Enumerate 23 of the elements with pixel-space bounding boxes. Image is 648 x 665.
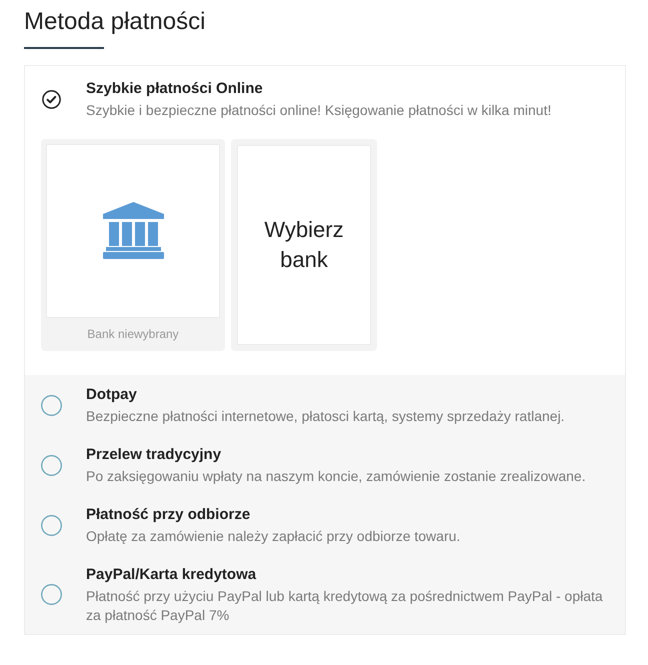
radio-button[interactable]: [41, 394, 62, 416]
option-description: Po zaksięgowaniu wpłaty na naszym koncie, zamówienie zostanie zrealizowane.: [86, 466, 587, 486]
option-title: Szybkie płatności Online: [86, 78, 264, 98]
bank-caption: Bank niewybrany: [87, 326, 179, 340]
option-description: Szybkie i bezpieczne płatności online! Księgowanie płatności w kilka minut!: [86, 100, 552, 120]
option-description: Bezpieczne płatności internetowe, płatosci kartą, systemy sprzedaży ratlanej.: [86, 406, 566, 426]
option-title: PayPal/Karta kredytowa: [86, 564, 258, 584]
option-title: Przelew tradycyjny: [86, 444, 222, 464]
radio-button[interactable]: [41, 454, 62, 476]
option-description: Płatność przy użyciu PayPal lub kartą kredytową za pośrednictwem PayPal - opłata za płatność PayPal 7%: [86, 586, 604, 624]
payment-option[interactable]: Przelew tradycyjny Po zaksięgowaniu wpłaty na naszym koncie, zamówienie zostanie zrealizowane.: [25, 434, 625, 494]
choose-bank-button[interactable]: Wybierz bank: [231, 138, 377, 350]
radio-button[interactable]: [42, 90, 61, 108]
radio-button[interactable]: [41, 584, 62, 605]
option-title: Dotpay: [86, 384, 138, 404]
option-title: Płatność przy odbiorze: [86, 504, 252, 524]
payment-option[interactable]: PayPal/Karta kredytowa Płatność przy użyciu PayPal lub kartą kredytową za pośrednictwem PayPal - opłata za płatność PayPal 7%: [25, 554, 625, 634]
payment-option[interactable]: Płatność przy odbiorze Opłatę za zamówienie należy zapłacić przy odbiorze towaru.: [25, 494, 625, 554]
option-description: Opłatę za zamówienie należy zapłacić przy odbiorze towaru.: [86, 526, 462, 546]
bank-building-icon: [102, 202, 164, 259]
payment-option[interactable]: Dotpay Bezpieczne płatności internetowe, płatosci kartą, systemy sprzedaży ratlanej.: [25, 374, 625, 434]
page-heading: Metoda płatności: [24, 7, 206, 37]
radio-button[interactable]: [41, 514, 62, 536]
